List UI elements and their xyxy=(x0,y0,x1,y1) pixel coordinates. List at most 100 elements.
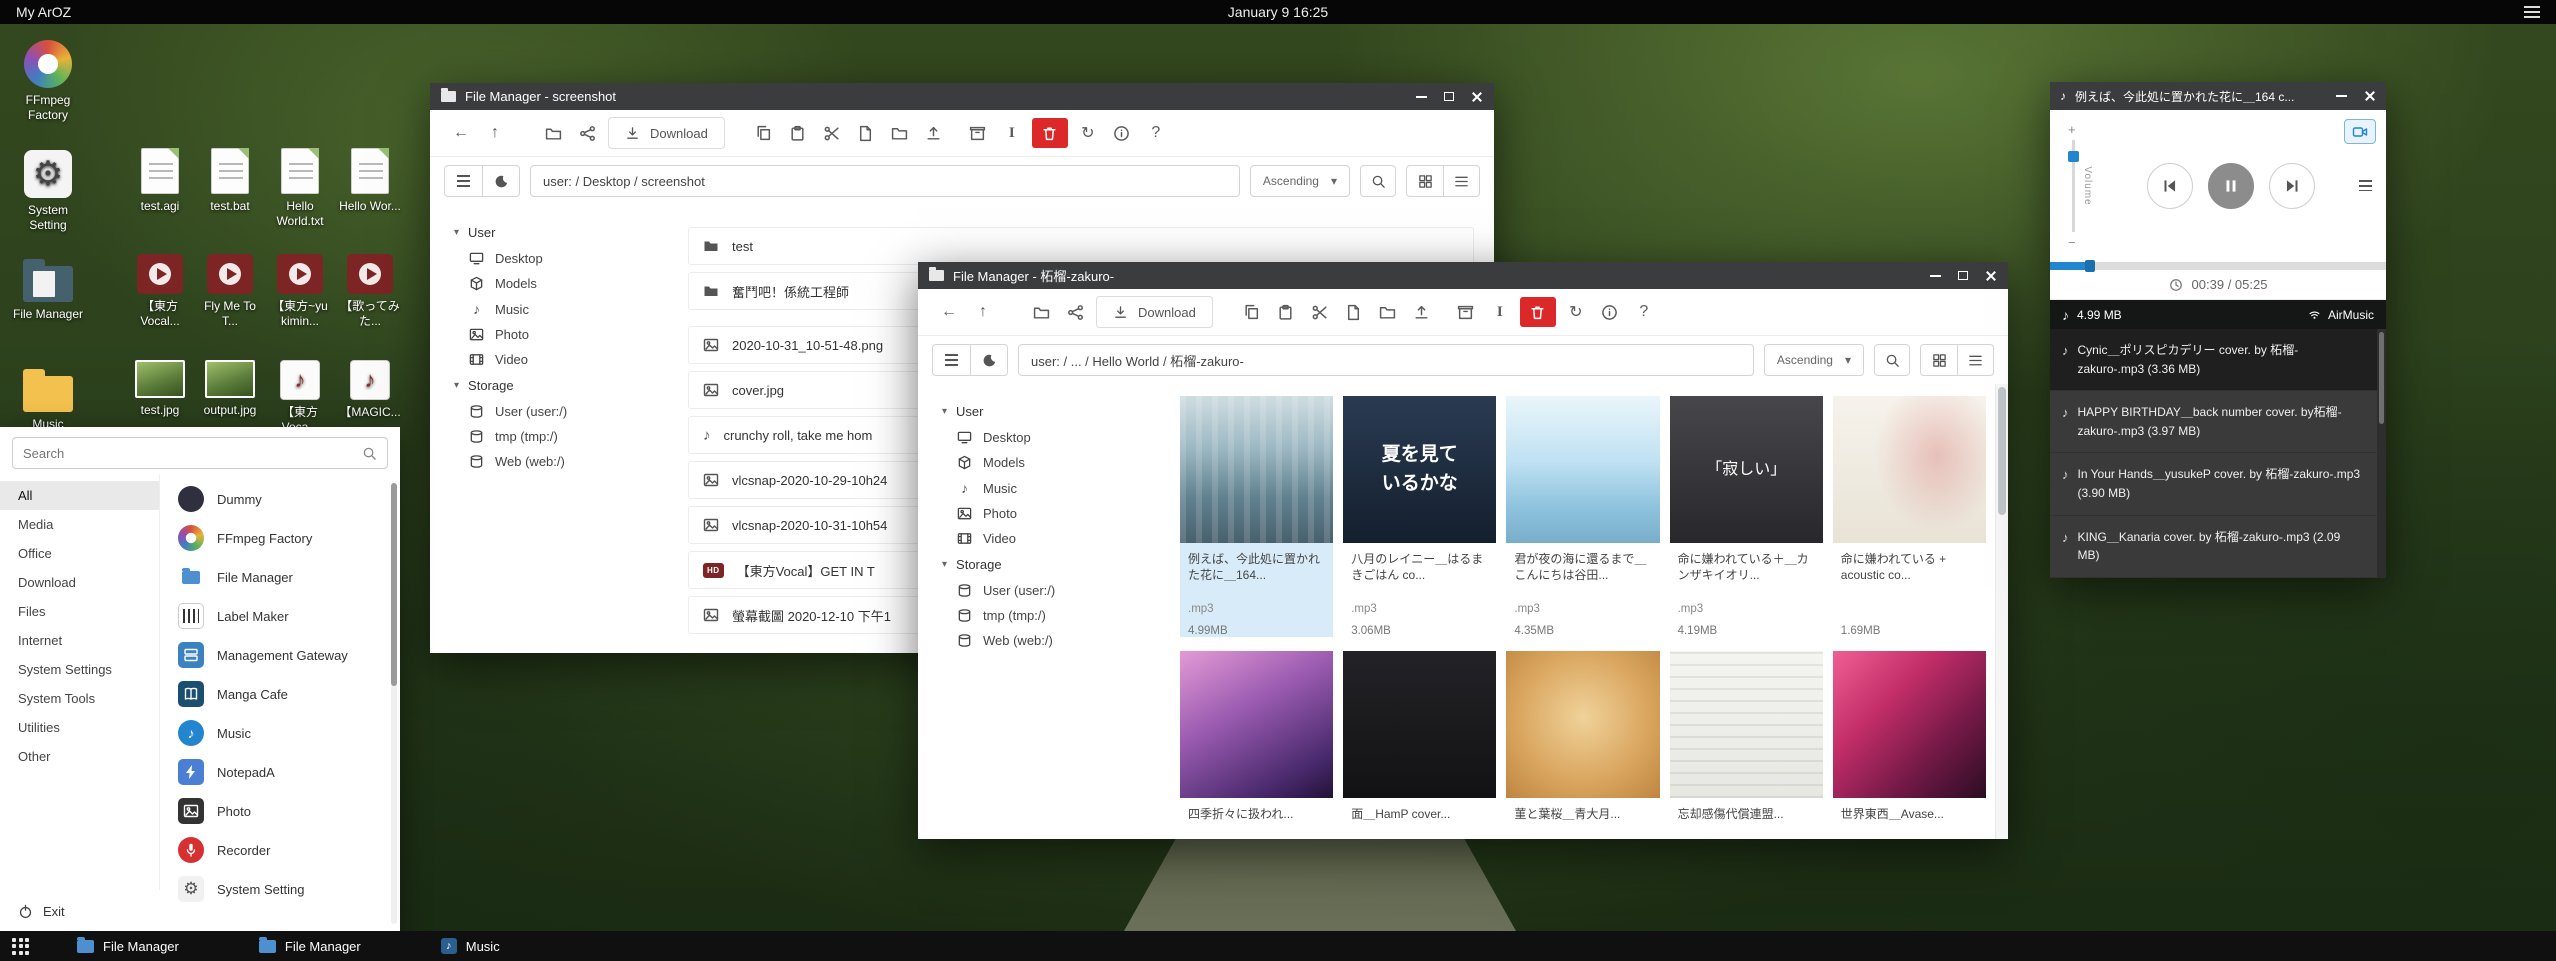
file-tile[interactable]: 世界東西＿Avase... xyxy=(1833,651,1986,839)
desktop-icon-system-setting[interactable]: ⚙ System Setting xyxy=(8,150,88,233)
sidebar-header-storage[interactable]: ▾Storage xyxy=(942,551,1168,578)
file-tile[interactable]: 菫と葉桜＿青大月... xyxy=(1506,651,1659,839)
app-item-notepada[interactable]: NotepadA xyxy=(176,754,384,790)
sidebar-item-models[interactable]: Models xyxy=(454,271,680,296)
app-item-file-manager[interactable]: File Manager xyxy=(176,559,384,595)
sidebar-item-music[interactable]: ♪Music xyxy=(942,475,1168,501)
progress-handle[interactable] xyxy=(2085,260,2095,272)
upload-button[interactable] xyxy=(917,118,951,148)
cut-button[interactable] xyxy=(815,118,849,148)
sidebar-toggle-button[interactable] xyxy=(445,166,482,196)
scrollbar-thumb[interactable] xyxy=(391,483,397,686)
playlist-item[interactable]: ♪Cynic＿ポリスピカデリー cover. by 柘榴-zakuro-.mp3… xyxy=(2050,329,2377,391)
category-other[interactable]: Other xyxy=(0,742,159,771)
sidebar-header-user[interactable]: ▾User xyxy=(942,398,1168,425)
sidebar-item-video[interactable]: Video xyxy=(454,347,680,372)
info-button[interactable] xyxy=(1105,118,1139,148)
scrollbar-thumb[interactable] xyxy=(2379,332,2384,424)
sidebar-item-desktop[interactable]: Desktop xyxy=(454,246,680,271)
volume-track[interactable] xyxy=(2072,140,2075,232)
taskbar-item-music[interactable]: ♪ Music xyxy=(421,931,520,961)
desktop-file[interactable]: test.jpg xyxy=(126,360,194,418)
minimize-button[interactable] xyxy=(1416,96,1427,98)
desktop-file[interactable]: test.bat xyxy=(196,148,264,214)
desktop-file[interactable]: Fly Me To T... xyxy=(196,254,264,329)
search-button[interactable] xyxy=(1360,165,1396,197)
cut-button[interactable] xyxy=(1303,297,1337,327)
upload-button[interactable] xyxy=(1405,297,1439,327)
player-menu-button[interactable] xyxy=(2359,180,2372,191)
sidebar-toggle-button[interactable] xyxy=(933,345,970,375)
file-tile[interactable]: 四季折々に扱われ... xyxy=(1180,651,1333,839)
recent-files-button[interactable] xyxy=(970,345,1007,375)
sidebar-item-models[interactable]: Models xyxy=(942,450,1168,475)
taskbar-item-file-manager[interactable]: File Manager xyxy=(57,931,199,961)
category-system-settings[interactable]: System Settings xyxy=(0,655,159,684)
search-box[interactable] xyxy=(12,437,388,469)
minimize-button[interactable] xyxy=(2336,95,2347,97)
app-item-dummy[interactable]: Dummy xyxy=(176,481,384,517)
category-media[interactable]: Media xyxy=(0,510,159,539)
open-button[interactable] xyxy=(536,118,570,148)
volume-handle[interactable] xyxy=(2068,151,2079,162)
minimize-button[interactable] xyxy=(1930,275,1941,277)
up-button[interactable]: ↑ xyxy=(478,118,512,148)
app-item-management-gateway[interactable]: Management Gateway xyxy=(176,637,384,673)
title-bar[interactable]: File Manager - screenshot xyxy=(430,83,1494,110)
desktop-icon-file-manager[interactable]: File Manager xyxy=(8,256,88,322)
copy-button[interactable] xyxy=(1235,297,1269,327)
file-tile[interactable]: 面＿HamP cover... xyxy=(1343,651,1496,839)
file-tile[interactable]: 夏を見て いるかな 八月のレイニー＿はるまきごはん co....mp33.06M… xyxy=(1343,396,1496,637)
file-tile[interactable]: 君が夜の海に還るまで＿こんにちは谷田....mp34.35MB xyxy=(1506,396,1659,637)
category-files[interactable]: Files xyxy=(0,597,159,626)
app-item-music[interactable]: ♪Music xyxy=(176,715,384,751)
search-input[interactable] xyxy=(23,446,362,461)
pause-button[interactable] xyxy=(2208,163,2254,209)
playlist-item[interactable]: ♪HAPPY BIRTHDAY＿back number cover. by柘榴-… xyxy=(2050,391,2377,453)
desktop-file[interactable]: Hello World.txt xyxy=(266,148,334,229)
volume-slider[interactable]: + − Volume xyxy=(2064,122,2104,250)
desktop-file[interactable]: output.jpg xyxy=(196,360,264,418)
progress-bar[interactable] xyxy=(2050,262,2386,270)
desktop-icon-ffmpeg-factory[interactable]: FFmpeg Factory xyxy=(8,40,88,123)
paste-button[interactable] xyxy=(781,118,815,148)
grid-view-button[interactable] xyxy=(1407,166,1443,196)
desktop-file[interactable]: 【歌ってみた... xyxy=(336,254,404,329)
desktop-file[interactable]: ♪ 【東方Voca... xyxy=(266,360,334,435)
download-button[interactable]: Download xyxy=(608,117,725,149)
sidebar-item-photo[interactable]: Photo xyxy=(454,322,680,347)
sort-dropdown[interactable]: Ascending ▾ xyxy=(1764,344,1864,376)
app-launcher-button[interactable] xyxy=(12,938,29,955)
sidebar-item-video[interactable]: Video xyxy=(942,526,1168,551)
app-item-ffmpeg-factory[interactable]: FFmpeg Factory xyxy=(176,520,384,556)
refresh-button[interactable]: ↻ xyxy=(1559,297,1593,327)
app-item-system-setting[interactable]: ⚙System Setting xyxy=(176,871,384,907)
playlist-item[interactable]: ♪KING＿Kanaria cover. by 柘榴-zakuro-.mp3 (… xyxy=(2050,516,2377,578)
maximize-button[interactable] xyxy=(1444,92,1454,101)
close-button[interactable] xyxy=(1471,91,1483,103)
delete-button[interactable] xyxy=(1520,297,1556,327)
app-item-photo[interactable]: Photo xyxy=(176,793,384,829)
file-tile[interactable]: 例えば、今此処に置かれた花に＿164....mp34.99MB xyxy=(1180,396,1333,637)
taskbar-item-file-manager[interactable]: File Manager xyxy=(239,931,381,961)
help-button[interactable]: ? xyxy=(1139,118,1173,148)
sidebar-item-web-drive[interactable]: Web (web:/) xyxy=(454,449,680,474)
volume-up-icon[interactable]: + xyxy=(2068,122,2076,137)
search-button[interactable] xyxy=(1874,344,1910,376)
scrollbar-thumb[interactable] xyxy=(1998,387,2006,515)
share-button[interactable] xyxy=(570,118,604,148)
desktop-file[interactable]: Hello Wor... xyxy=(336,148,404,214)
sidebar-item-photo[interactable]: Photo xyxy=(942,501,1168,526)
sidebar-item-web-drive[interactable]: Web (web:/) xyxy=(942,628,1168,653)
up-button[interactable]: ↑ xyxy=(966,297,1000,327)
download-button[interactable]: Download xyxy=(1096,296,1213,328)
volume-down-icon[interactable]: − xyxy=(2068,235,2076,250)
exit-button[interactable]: Exit xyxy=(0,890,160,932)
maximize-button[interactable] xyxy=(1958,271,1968,280)
category-all[interactable]: All xyxy=(0,481,159,510)
scrollbar[interactable] xyxy=(1995,384,2008,839)
app-item-recorder[interactable]: Recorder xyxy=(176,832,384,868)
menu-icon[interactable] xyxy=(2524,6,2540,18)
category-utilities[interactable]: Utilities xyxy=(0,713,159,742)
share-button[interactable] xyxy=(1058,297,1092,327)
